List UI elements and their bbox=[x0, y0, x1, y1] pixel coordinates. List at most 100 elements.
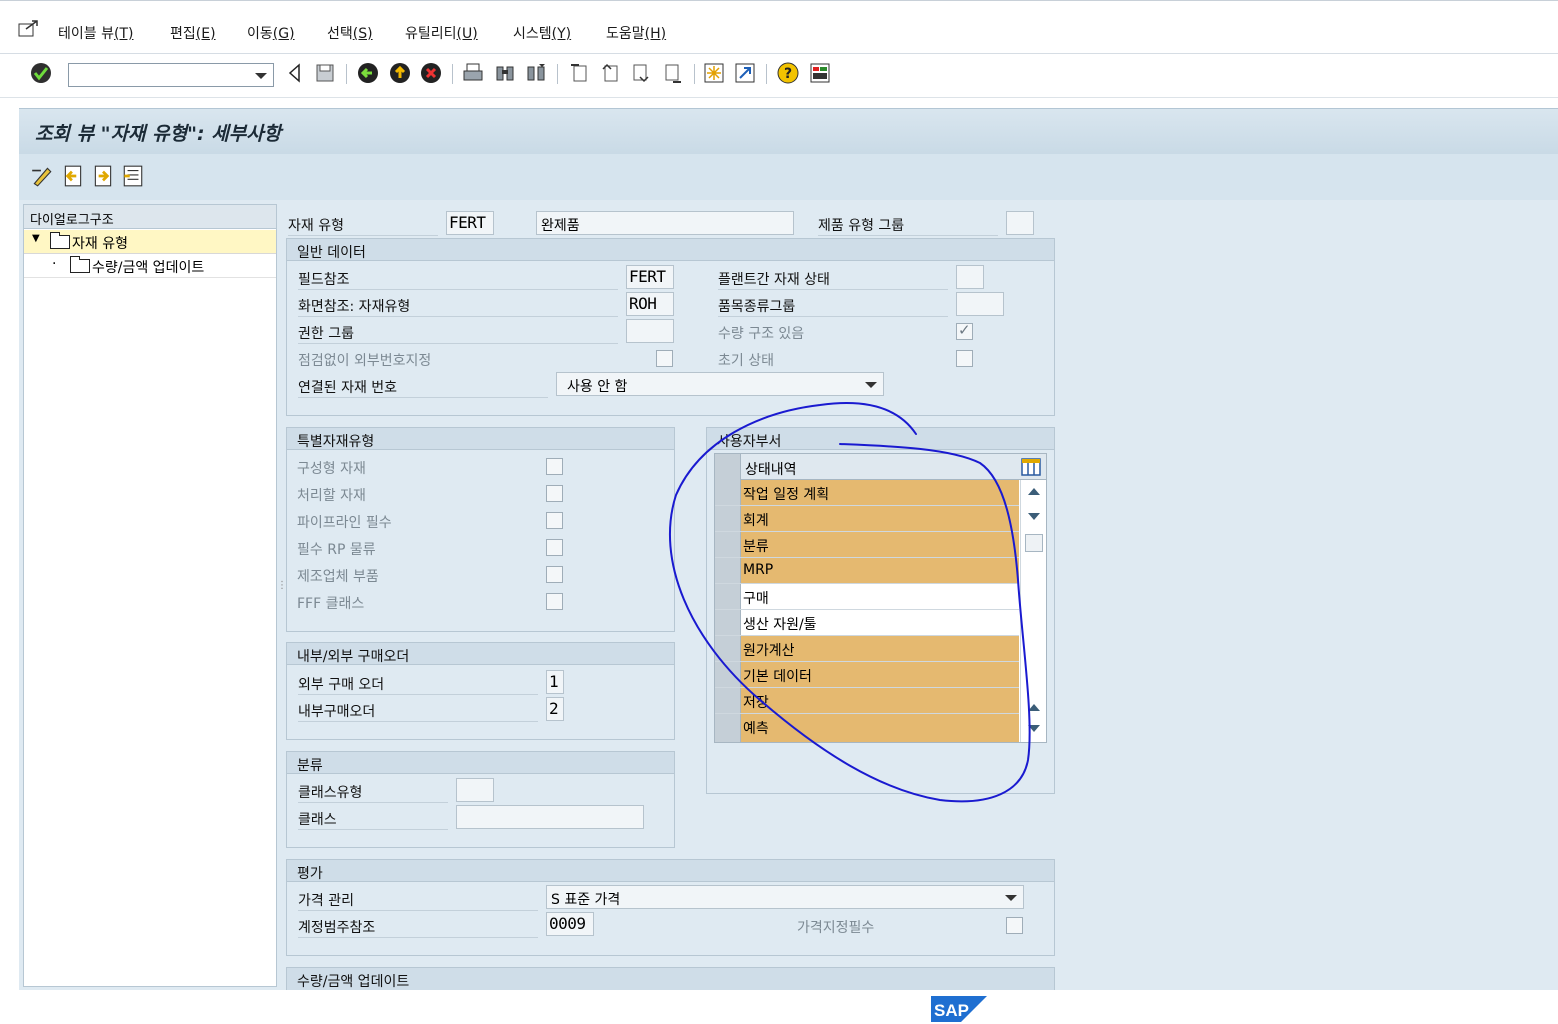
price-det-checkbox[interactable] bbox=[1006, 917, 1023, 934]
table-row[interactable]: 원가계산 bbox=[715, 636, 1019, 662]
table-row[interactable]: 예측 bbox=[715, 714, 1019, 742]
row-selector[interactable] bbox=[715, 714, 741, 742]
next-page-icon[interactable] bbox=[630, 62, 652, 84]
qty-struct-checkbox[interactable] bbox=[956, 321, 973, 340]
layout-menu-icon[interactable] bbox=[809, 62, 831, 84]
chevron-down-icon[interactable] bbox=[865, 382, 877, 388]
auth-group-field[interactable] bbox=[626, 319, 674, 343]
enter-icon[interactable] bbox=[30, 62, 52, 84]
next-entry-icon[interactable] bbox=[91, 164, 115, 188]
variable-list-icon[interactable] bbox=[121, 164, 145, 188]
table-settings-icon[interactable] bbox=[1021, 457, 1041, 477]
int-po-field[interactable]: 2 bbox=[546, 697, 564, 721]
label-underline bbox=[298, 316, 618, 317]
scroll-down-icon[interactable] bbox=[1027, 512, 1041, 522]
row-selector[interactable] bbox=[715, 506, 741, 531]
scroll-thumb[interactable] bbox=[1025, 534, 1043, 552]
table-row[interactable]: 기본 데이터 bbox=[715, 662, 1019, 688]
special-item-checkbox[interactable] bbox=[546, 539, 563, 556]
splitter[interactable]: ⋮ bbox=[277, 200, 287, 990]
menu-system[interactable]: 시스템(Y) bbox=[513, 23, 571, 43]
screen-ref-label: 화면참조: 자재유형 bbox=[298, 299, 411, 315]
special-item-checkbox[interactable] bbox=[546, 566, 563, 583]
table-row[interactable]: MRP bbox=[715, 558, 1019, 584]
class-type-field[interactable] bbox=[456, 778, 494, 802]
special-item-checkbox[interactable] bbox=[546, 485, 563, 502]
linked-mat-dropdown[interactable]: 사용 안 함 bbox=[556, 372, 884, 396]
scroll-page-down-icon[interactable] bbox=[1027, 724, 1041, 734]
new-session-icon[interactable] bbox=[703, 62, 725, 84]
display-change-icon[interactable] bbox=[30, 164, 54, 188]
table-row[interactable]: 생산 자원/툴 bbox=[715, 610, 1019, 636]
menu-help[interactable]: 도움말(H) bbox=[606, 23, 666, 43]
row-selector[interactable] bbox=[715, 584, 741, 609]
special-item-checkbox[interactable] bbox=[546, 593, 563, 610]
menu-table-view[interactable]: 테이블 뷰(T) bbox=[58, 23, 133, 43]
acct-cat-ref-field[interactable]: 0009 bbox=[546, 912, 594, 936]
material-type-desc-field[interactable]: 완제품 bbox=[536, 211, 794, 235]
previous-entry-icon[interactable] bbox=[61, 164, 85, 188]
group-title: 수량/금액 업데이트 bbox=[287, 968, 1054, 990]
row-selector[interactable] bbox=[715, 662, 741, 687]
vertical-scrollbar[interactable] bbox=[1020, 480, 1046, 742]
class-field[interactable] bbox=[456, 805, 644, 829]
item-cat-group-field[interactable] bbox=[956, 292, 1004, 316]
menu-goto[interactable]: 이동(G) bbox=[247, 23, 295, 43]
label-underline bbox=[298, 343, 618, 344]
row-selector[interactable] bbox=[715, 532, 741, 557]
table-row[interactable]: 저장 bbox=[715, 688, 1019, 714]
cancel-icon[interactable] bbox=[420, 62, 442, 84]
row-selector[interactable] bbox=[715, 558, 741, 583]
row-selector[interactable] bbox=[715, 480, 741, 505]
table-row[interactable]: 회계 bbox=[715, 506, 1019, 532]
find-next-icon[interactable] bbox=[525, 62, 547, 84]
ext-no-checkbox[interactable] bbox=[656, 350, 673, 367]
row-label: MRP bbox=[743, 562, 774, 578]
scroll-page-up-icon[interactable] bbox=[1027, 702, 1041, 712]
label-underline bbox=[298, 802, 448, 803]
menu-edit[interactable]: 편집(E) bbox=[170, 23, 216, 43]
menu-utilities[interactable]: 유틸리티(U) bbox=[405, 23, 478, 43]
group-title: 평가 bbox=[287, 860, 1054, 882]
special-item-checkbox[interactable] bbox=[546, 512, 563, 529]
row-selector[interactable] bbox=[715, 610, 741, 635]
menu-exit-icon[interactable] bbox=[18, 19, 40, 39]
xplant-status-field[interactable] bbox=[956, 265, 984, 289]
tree-item-qty-value-update[interactable]: · 수량/금액 업데이트 bbox=[24, 254, 276, 278]
expand-arrow-icon[interactable]: ▼ bbox=[32, 233, 40, 244]
table-row[interactable]: 작업 일정 계획 bbox=[715, 480, 1019, 506]
row-selector[interactable] bbox=[715, 636, 741, 661]
back-green-icon[interactable] bbox=[357, 62, 379, 84]
table-row[interactable]: 구매 bbox=[715, 584, 1019, 610]
init-status-checkbox[interactable] bbox=[956, 350, 973, 367]
shortcut-icon[interactable] bbox=[734, 62, 756, 84]
previous-page-icon[interactable] bbox=[599, 62, 621, 84]
select-all-button[interactable] bbox=[715, 454, 741, 480]
price-control-dropdown[interactable]: S 표준 가격 bbox=[546, 885, 1024, 909]
group-title: 내부/외부 구매오더 bbox=[287, 643, 674, 665]
int-po-label: 내부구매오더 bbox=[298, 704, 376, 720]
exit-up-icon[interactable] bbox=[389, 62, 411, 84]
print-icon[interactable] bbox=[462, 62, 484, 84]
last-page-icon[interactable] bbox=[662, 62, 684, 84]
first-page-icon[interactable] bbox=[568, 62, 590, 84]
screen-ref-field[interactable]: ROH bbox=[626, 292, 674, 316]
find-icon[interactable] bbox=[494, 62, 516, 84]
back-triangle-icon[interactable] bbox=[284, 62, 306, 84]
table-header: 상태내역 bbox=[715, 454, 1046, 480]
table-row[interactable]: 분류 bbox=[715, 532, 1019, 558]
chevron-down-icon[interactable] bbox=[255, 73, 267, 79]
tree-item-material-type[interactable]: ▼ 자재 유형 bbox=[24, 230, 276, 254]
product-group-field[interactable] bbox=[1006, 211, 1034, 235]
ext-po-field[interactable]: 1 bbox=[546, 670, 564, 694]
command-field[interactable] bbox=[68, 63, 274, 87]
row-selector[interactable] bbox=[715, 688, 741, 713]
menu-selection[interactable]: 선택(S) bbox=[327, 23, 373, 43]
material-type-field[interactable]: FERT bbox=[446, 211, 494, 235]
field-ref-field[interactable]: FERT bbox=[626, 265, 674, 289]
save-icon[interactable] bbox=[314, 62, 336, 84]
help-icon[interactable]: ? bbox=[777, 62, 799, 84]
scroll-up-icon[interactable] bbox=[1027, 486, 1041, 496]
chevron-down-icon[interactable] bbox=[1005, 895, 1017, 901]
special-item-checkbox[interactable] bbox=[546, 458, 563, 475]
